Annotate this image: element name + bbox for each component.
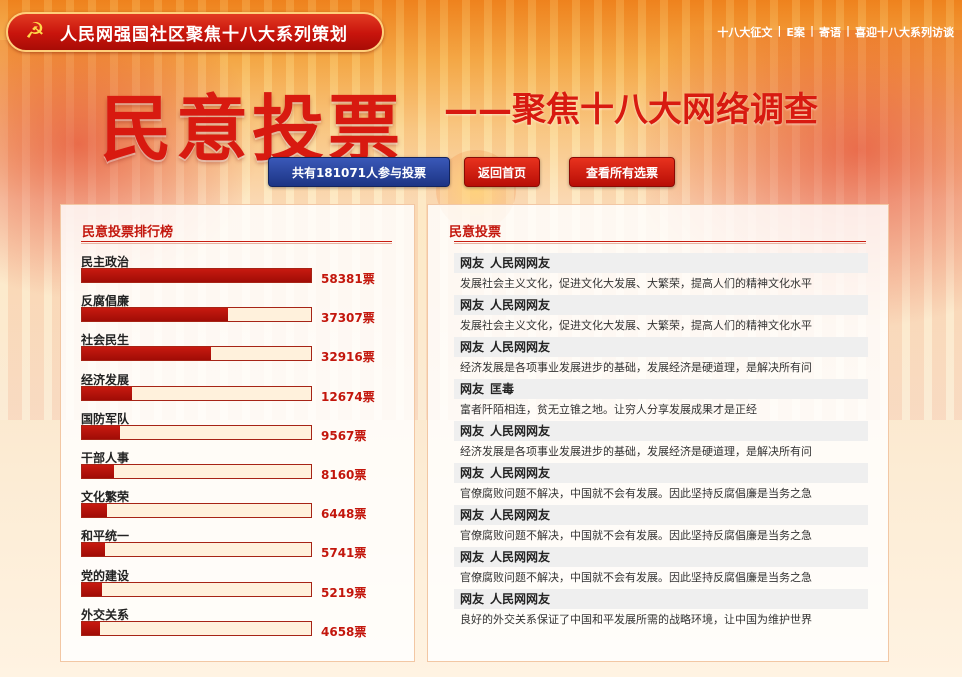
ranking-item[interactable]: 国防军队 9567票 (81, 410, 401, 449)
ranking-vote-count: 4658票 (321, 624, 367, 639)
vote-author-prefix: 网友 (460, 298, 485, 312)
vote-author-name[interactable]: 人民网网友 (490, 424, 550, 438)
link-separator: | (809, 24, 814, 37)
ranking-item[interactable]: 外交关系 4658票 (81, 606, 401, 645)
vote-author-prefix: 网友 (460, 424, 485, 438)
link-separator: | (845, 24, 850, 37)
link-wishes[interactable]: 寄语 (819, 24, 841, 40)
vote-author-name[interactable]: 人民网网友 (490, 466, 550, 480)
vote-text[interactable]: 官僚腐败问题不解决，中国就不会有发展。因此坚持反腐倡廉是当务之急 (454, 483, 868, 505)
ranking-vote-count: 58381票 (321, 272, 375, 286)
vote-author-row: 网友 人民网网友 (454, 505, 868, 525)
vote-author-prefix: 网友 (460, 340, 485, 354)
vote-author-name[interactable]: 匡毒 (490, 382, 514, 396)
ranking-vote-count: 5219票 (321, 585, 367, 600)
votes-title: 民意投票 (449, 225, 502, 240)
votes-panel: 民意投票 网友 人民网网友 发展社会主义文化，促进文化大发展、大繁荣，提高人们的精神… (427, 204, 889, 662)
ranking-vote-count: 12674票 (321, 389, 375, 404)
ranking-item[interactable]: 经济发展 12674票 (81, 371, 401, 410)
vote-text[interactable]: 经济发展是各项事业发展进步的基础，发展经济是硬道理，是解决所有问 (454, 357, 868, 379)
votes-divider (454, 241, 866, 244)
ranking-bar-track (81, 346, 312, 362)
ranking-item[interactable]: 和平统一 5741票 (81, 527, 401, 566)
ranking-bar-fill (82, 386, 132, 400)
ranking-bar-fill (82, 464, 114, 478)
ranking-vote-count: 9567票 (321, 428, 367, 443)
ranking-bar-track (81, 542, 312, 558)
vote-text[interactable]: 发展社会主义文化，促进文化大发展、大繁荣，提高人们的精神文化水平 (454, 273, 868, 295)
vote-text[interactable]: 发展社会主义文化，促进文化大发展、大繁荣，提高人们的精神文化水平 (454, 315, 868, 337)
vote-text[interactable]: 经济发展是各项事业发展进步的基础，发展经济是硬道理，是解决所有问 (454, 441, 868, 463)
link-e-case[interactable]: E案 (786, 24, 805, 40)
vote-author-row: 网友 人民网网友 (454, 589, 868, 609)
vote-author-prefix: 网友 (460, 256, 485, 270)
ranking-panel: 民意投票排行榜 民主政治 58381票 反腐倡廉 37307票 社会民生 32916票 经济… (60, 204, 415, 662)
ranking-bar-fill (82, 425, 120, 439)
ranking-bar-fill (82, 269, 311, 282)
ranking-bar-track (81, 620, 312, 636)
link-essay[interactable]: 十八大征文 (717, 24, 772, 40)
top-links: 十八大征文 | E案 | 寄语 | 喜迎十八大系列访谈 (717, 24, 954, 40)
vote-author-prefix: 网友 (460, 592, 485, 606)
vote-author-row: 网友 人民网网友 (454, 253, 868, 273)
page-subtitle: ——聚焦十八大网络调查 (444, 90, 818, 130)
vote-text[interactable]: 官僚腐败问题不解决，中国就不会有发展。因此坚持反腐倡廉是当务之急 (454, 525, 868, 547)
vote-text[interactable]: 富者阡陌相连，贫无立锥之地。让穷人分享发展成果才是正经 (454, 399, 868, 421)
ranking-vote-count: 37307票 (321, 311, 375, 326)
vote-author-name[interactable]: 人民网网友 (490, 592, 550, 606)
ranking-bar-fill (82, 504, 108, 518)
header-title: 人民网强国社区聚焦十八大系列策划 (60, 24, 348, 45)
ranking-divider (81, 241, 392, 244)
ranking-item[interactable]: 干部人事 8160票 (81, 449, 401, 488)
vote-text[interactable]: 良好的外交关系保证了中国和平发展所需的战略环境，让中国为维护世界 (454, 609, 868, 631)
ranking-bar-fill (82, 347, 212, 361)
ranking-bar-track (81, 503, 312, 519)
vote-author-row: 网友 人民网网友 (454, 295, 868, 315)
ranking-vote-count: 32916票 (321, 350, 375, 365)
vote-author-prefix: 网友 (460, 550, 485, 564)
link-interviews[interactable]: 喜迎十八大系列访谈 (855, 24, 954, 40)
vote-author-prefix: 网友 (460, 466, 485, 480)
vote-author-row: 网友 人民网网友 (454, 463, 868, 483)
ranking-bar-track (81, 463, 312, 479)
ranking-title: 民意投票排行榜 (82, 225, 174, 240)
link-separator: | (777, 24, 782, 37)
vote-author-row: 网友 匡毒 (454, 379, 868, 399)
ranking-vote-count: 6448票 (321, 507, 367, 522)
vote-author-name[interactable]: 人民网网友 (490, 340, 550, 354)
vote-author-row: 网友 人民网网友 (454, 337, 868, 357)
ranking-vote-count: 8160票 (321, 467, 367, 482)
ranking-bar-fill (82, 543, 105, 557)
vote-author-name[interactable]: 人民网网友 (490, 298, 550, 312)
vote-author-prefix: 网友 (460, 508, 485, 522)
vote-author-prefix: 网友 (460, 382, 485, 396)
participant-count-button[interactable]: 共有181071人参与投票 (268, 157, 450, 187)
ranking-item[interactable]: 党的建设 5219票 (81, 567, 401, 606)
ranking-bar-track (81, 424, 312, 440)
ranking-item[interactable]: 反腐倡廉 37307票 (81, 292, 401, 331)
ranking-item[interactable]: 社会民生 32916票 (81, 331, 401, 370)
ranking-bar-track (81, 307, 312, 323)
ranking-item[interactable]: 文化繁荣 6448票 (81, 488, 401, 527)
ranking-bar-fill (82, 582, 103, 596)
vote-text[interactable]: 官僚腐败问题不解决，中国就不会有发展。因此坚持反腐倡廉是当务之急 (454, 567, 868, 589)
header-pill[interactable]: ☭ 人民网强国社区聚焦十八大系列策划 (6, 12, 384, 52)
ranking-bar-track (81, 385, 312, 401)
home-button[interactable]: 返回首页 (464, 157, 540, 187)
ranking-bar-track (81, 268, 312, 283)
ranking-vote-count: 5741票 (321, 546, 367, 561)
vote-author-name[interactable]: 人民网网友 (490, 508, 550, 522)
hammer-sickle-icon: ☭ (25, 19, 45, 44)
vote-author-name[interactable]: 人民网网友 (490, 550, 550, 564)
ranking-bar-fill (82, 308, 229, 322)
vote-author-name[interactable]: 人民网网友 (490, 256, 550, 270)
ranking-list: 民主政治 58381票 反腐倡廉 37307票 社会民生 32916票 经济发展 12674票… (81, 253, 401, 645)
ranking-item[interactable]: 民主政治 58381票 (81, 253, 401, 292)
vote-author-row: 网友 人民网网友 (454, 421, 868, 441)
ranking-bar-track (81, 581, 312, 597)
votes-list: 网友 人民网网友 发展社会主义文化，促进文化大发展、大繁荣，提高人们的精神文化水平网… (454, 253, 868, 631)
view-all-votes-button[interactable]: 查看所有选票 (569, 157, 675, 187)
ranking-bar-fill (82, 621, 101, 635)
vote-author-row: 网友 人民网网友 (454, 547, 868, 567)
